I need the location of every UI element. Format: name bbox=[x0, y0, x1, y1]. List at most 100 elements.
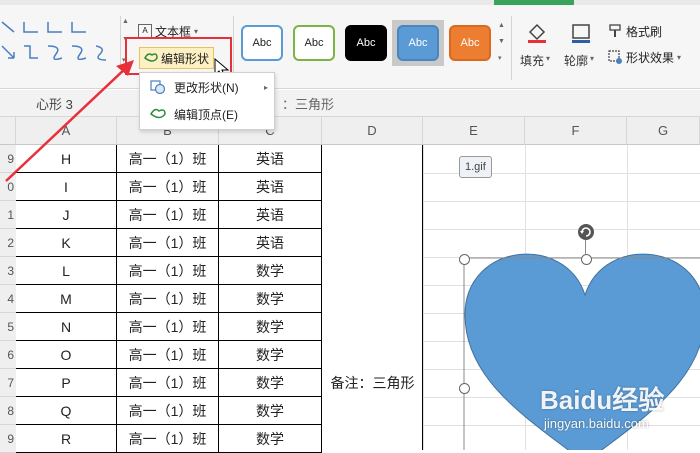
format-brush-label: 格式刷 bbox=[626, 24, 663, 39]
row-number[interactable]: 8 bbox=[0, 397, 16, 425]
connector-straight-icon bbox=[1, 21, 15, 33]
row-number[interactable]: 1 bbox=[0, 201, 16, 229]
style-button-black[interactable]: Abc bbox=[345, 25, 387, 61]
style-button-green-outline[interactable]: Abc bbox=[293, 25, 335, 61]
cell-name[interactable]: K bbox=[16, 229, 117, 257]
formula-bar: 心形 3 ：三角形 bbox=[0, 90, 700, 117]
cell-name[interactable]: J bbox=[16, 201, 117, 229]
cell-name[interactable]: P bbox=[16, 369, 117, 397]
column-header-d[interactable]: D bbox=[322, 117, 423, 145]
edit-shape-label: 编辑形状 bbox=[161, 51, 210, 66]
connector-curve-icon bbox=[47, 45, 63, 61]
note-cell[interactable] bbox=[322, 145, 423, 450]
cell-class[interactable]: 高一（1）班 bbox=[117, 145, 219, 173]
outline-label: 轮廓 bbox=[564, 54, 589, 68]
cell-subject[interactable]: 数学 bbox=[219, 257, 322, 285]
cell-class[interactable]: 高一（1）班 bbox=[117, 229, 219, 257]
connector-gallery[interactable] bbox=[0, 18, 118, 68]
fill-bucket-icon bbox=[528, 23, 546, 43]
cell-subject[interactable]: 数学 bbox=[219, 341, 322, 369]
baidu-watermark: Baidu经验 jingyan.baidu.com bbox=[540, 380, 690, 440]
ribbon-top-strip bbox=[0, 0, 700, 5]
cell-subject[interactable]: 英语 bbox=[219, 201, 322, 229]
row-number[interactable]: 5 bbox=[0, 313, 16, 341]
row-number[interactable]: 0 bbox=[0, 173, 16, 201]
edit-shape-button[interactable]: 编辑形状 bbox=[139, 47, 215, 69]
menu-item-edit-vertices[interactable]: 编辑顶点(E) bbox=[140, 101, 274, 127]
connector-elbow-arrow-icon bbox=[47, 22, 62, 33]
ribbon-toolbar: ▲ ▼ ▾ A 文本框 ▾ 编辑形状 Abc Abc Abc Abc Abc ▲… bbox=[0, 0, 700, 89]
cell-name[interactable]: O bbox=[16, 341, 117, 369]
column-header-g[interactable]: G bbox=[627, 117, 700, 145]
style-button-blue-outline[interactable]: Abc bbox=[241, 25, 283, 61]
cell-class[interactable]: 高一（1）班 bbox=[117, 313, 219, 341]
outline-button[interactable]: 轮廓 ▾ bbox=[562, 20, 600, 70]
column-header-e[interactable]: E bbox=[423, 117, 525, 145]
cell-subject[interactable]: 英语 bbox=[219, 229, 322, 257]
cell-name[interactable]: M bbox=[16, 285, 117, 313]
gif-tooltip: 1.gif bbox=[459, 156, 492, 178]
cell-class[interactable]: 高一（1）班 bbox=[117, 425, 219, 453]
connector-step-icon bbox=[24, 45, 38, 59]
row-number[interactable]: 7 bbox=[0, 369, 16, 397]
cell-subject[interactable]: 英语 bbox=[219, 145, 322, 173]
row-number[interactable]: 2 bbox=[0, 229, 16, 257]
row-number[interactable]: 6 bbox=[0, 341, 16, 369]
cell-name[interactable]: R bbox=[16, 425, 117, 453]
chevron-down-icon: ▾ bbox=[677, 52, 682, 62]
resize-handle[interactable] bbox=[459, 383, 470, 394]
shape-effects-icon bbox=[608, 50, 622, 64]
menu-item-change-shape[interactable]: 更改形状(N) ▸ bbox=[140, 74, 274, 100]
style-button-blue[interactable]: Abc bbox=[397, 25, 439, 61]
style-button-label: Abc bbox=[252, 37, 272, 49]
cell-class[interactable]: 高一（1）班 bbox=[117, 369, 219, 397]
style-button-orange[interactable]: Abc bbox=[449, 25, 491, 61]
row-number[interactable]: 3 bbox=[0, 257, 16, 285]
cell-name[interactable]: L bbox=[16, 257, 117, 285]
resize-handle[interactable] bbox=[581, 254, 592, 265]
style-button-label: Abc bbox=[356, 37, 376, 49]
cell-name[interactable]: I bbox=[16, 173, 117, 201]
cell-class[interactable]: 高一（1）班 bbox=[117, 285, 219, 313]
style-gallery-scroll[interactable]: ▲ ▼ ▾ bbox=[498, 22, 506, 66]
ribbon-top-accent bbox=[494, 0, 574, 5]
chevron-down-icon: ▾ bbox=[546, 54, 551, 63]
fill-label: 填充 bbox=[520, 54, 545, 68]
select-all-corner[interactable] bbox=[0, 117, 16, 145]
cell-name[interactable]: Q bbox=[16, 397, 117, 425]
column-header-f[interactable]: F bbox=[525, 117, 627, 145]
cell-class[interactable]: 高一（1）班 bbox=[117, 341, 219, 369]
shape-effects-label: 形状效果 bbox=[626, 50, 675, 65]
cell-subject[interactable]: 数学 bbox=[219, 369, 322, 397]
connector-curve-arrow-icon bbox=[71, 45, 87, 61]
cell-subject[interactable]: 数学 bbox=[219, 313, 322, 341]
cell-class[interactable]: 高一（1）班 bbox=[117, 397, 219, 425]
row-number[interactable]: 4 bbox=[0, 285, 16, 313]
format-brush-button[interactable]: 格式刷 bbox=[608, 22, 662, 40]
column-header-label: A bbox=[61, 123, 71, 138]
cell-name[interactable]: H bbox=[16, 145, 117, 173]
column-header-a[interactable]: A bbox=[16, 117, 117, 145]
rotate-handle-icon[interactable] bbox=[577, 223, 595, 241]
column-header-label: D bbox=[367, 123, 377, 138]
cell-subject[interactable]: 数学 bbox=[219, 285, 322, 313]
note-text: 备注：三角形 bbox=[330, 375, 415, 391]
formula-input[interactable]: ：三角形 bbox=[282, 90, 334, 116]
cell-subject[interactable]: 数学 bbox=[219, 425, 322, 453]
name-box[interactable]: 心形 3 bbox=[0, 90, 130, 116]
cell-class[interactable]: 高一（1）班 bbox=[117, 257, 219, 285]
menu-item-label: 编辑顶点(E) bbox=[174, 107, 238, 122]
cell-class[interactable]: 高一（1）班 bbox=[117, 173, 219, 201]
row-number[interactable]: 9 bbox=[0, 425, 16, 453]
shape-effects-button[interactable]: 形状效果 ▾ bbox=[608, 48, 681, 66]
row-number[interactable]: 9 bbox=[0, 145, 16, 173]
grid-line bbox=[423, 201, 700, 202]
connector-elbow-double-icon bbox=[71, 22, 86, 33]
cell-subject[interactable]: 数学 bbox=[219, 397, 322, 425]
resize-handle[interactable] bbox=[459, 254, 470, 265]
fill-button[interactable]: 填充 ▾ bbox=[518, 20, 556, 70]
grid-line bbox=[423, 145, 424, 450]
cell-subject[interactable]: 英语 bbox=[219, 173, 322, 201]
cell-name[interactable]: N bbox=[16, 313, 117, 341]
cell-class[interactable]: 高一（1）班 bbox=[117, 201, 219, 229]
